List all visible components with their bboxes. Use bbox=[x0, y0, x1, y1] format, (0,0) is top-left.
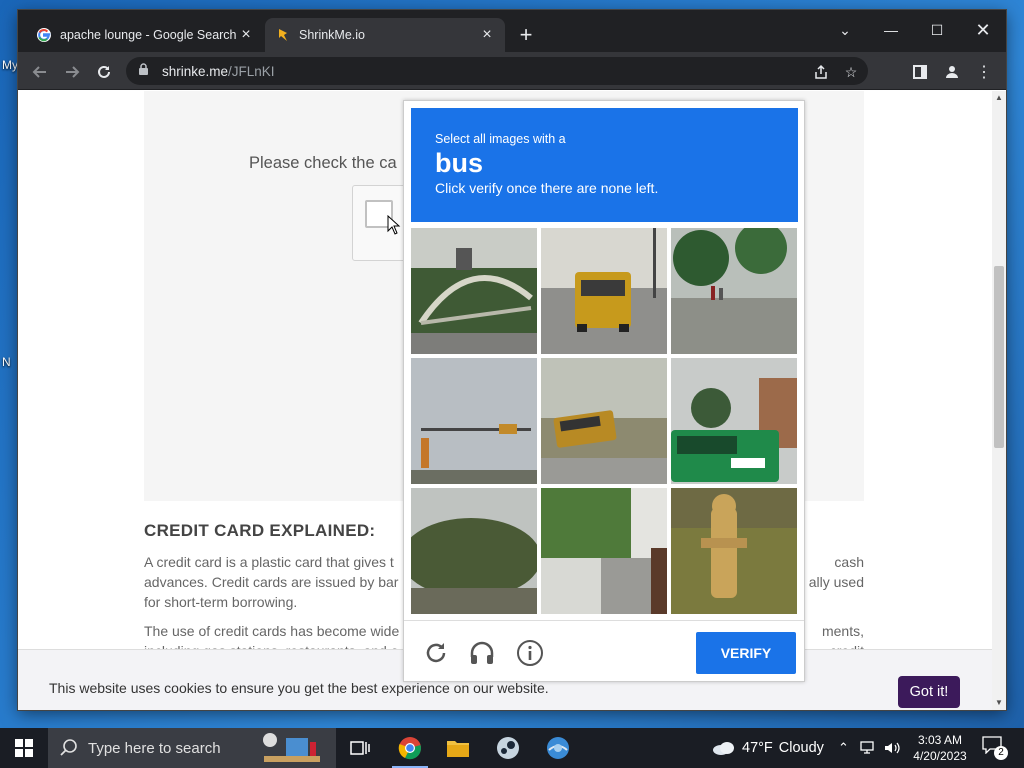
show-hidden-icons-chevron-icon[interactable]: ⌃ bbox=[838, 728, 849, 768]
captcha-tile-fire-hydrant[interactable] bbox=[671, 488, 797, 614]
reload-icon[interactable] bbox=[92, 60, 116, 84]
captcha-tile-school-bus-field[interactable] bbox=[541, 358, 667, 484]
para-text: cash bbox=[834, 554, 864, 570]
clock-date: 4/20/2023 bbox=[913, 749, 967, 763]
shrinkme-icon bbox=[275, 27, 291, 43]
profile-icon[interactable] bbox=[940, 60, 964, 84]
side-panel-icon[interactable] bbox=[908, 60, 932, 84]
back-arrow-icon[interactable] bbox=[28, 60, 52, 84]
captcha-tile-green-bus[interactable] bbox=[671, 358, 797, 484]
notification-badge: 2 bbox=[994, 746, 1008, 760]
close-tab-icon[interactable]: × bbox=[479, 27, 495, 43]
tab-google-search[interactable]: apache lounge - Google Search × bbox=[26, 18, 264, 52]
google-icon bbox=[36, 27, 52, 43]
section-heading: CREDIT CARD EXPLAINED: bbox=[144, 521, 376, 540]
notifications-icon[interactable]: 2 bbox=[982, 736, 1008, 760]
tab-search-icon[interactable]: ⌄ bbox=[822, 16, 868, 44]
captcha-tile-traffic-light[interactable] bbox=[411, 358, 537, 484]
taskbar: Type here to search 47°F Cloudy ⌃ 3:03 A… bbox=[0, 728, 1024, 768]
menu-kebab-icon[interactable]: ⋮ bbox=[972, 60, 996, 84]
chrome-taskbar-icon[interactable] bbox=[388, 732, 432, 768]
captcha-subtext: Click verify once there are none left. bbox=[435, 180, 659, 196]
mouse-cursor-icon bbox=[387, 215, 401, 235]
verify-button[interactable]: VERIFY bbox=[696, 632, 796, 674]
weather-temp: 47°F bbox=[742, 740, 773, 756]
captcha-instruction: Select all images with a bbox=[435, 132, 566, 146]
taskbar-search-input[interactable]: Type here to search bbox=[48, 728, 336, 768]
steam-icon[interactable] bbox=[486, 732, 530, 764]
cookie-text: This website uses cookies to ensure you … bbox=[49, 680, 549, 696]
para-text: A credit card is a plastic card that giv… bbox=[144, 554, 394, 570]
para-text: The use of credit cards has become wide bbox=[144, 623, 400, 639]
network-icon[interactable] bbox=[860, 728, 878, 768]
check-prompt: Please check the ca bbox=[249, 154, 397, 172]
page-scrollbar[interactable]: ▲ ▼ bbox=[992, 91, 1006, 710]
new-tab-button[interactable]: + bbox=[515, 24, 537, 46]
captcha-footer: VERIFY bbox=[404, 620, 804, 682]
weather-widget[interactable]: 47°F Cloudy bbox=[712, 728, 824, 768]
search-highlight-icon bbox=[256, 732, 326, 764]
captcha-target-object: bus bbox=[435, 148, 484, 178]
para-text: ments, bbox=[821, 623, 864, 639]
captcha-tile-bridge[interactable] bbox=[411, 228, 537, 354]
tab-title: apache lounge - Google Search bbox=[60, 28, 237, 42]
file-explorer-icon[interactable] bbox=[436, 732, 480, 764]
url-host: shrinke.me bbox=[162, 63, 229, 79]
address-bar[interactable]: shrinke.me/JFLnKI ☆ bbox=[126, 57, 868, 85]
windows-start-icon[interactable] bbox=[0, 728, 48, 768]
system-clock[interactable]: 3:03 AM 4/20/2023 bbox=[900, 732, 980, 764]
forward-arrow-icon[interactable] bbox=[60, 60, 84, 84]
captcha-tile-trees-people[interactable] bbox=[671, 228, 797, 354]
close-tab-icon[interactable]: × bbox=[238, 27, 254, 43]
share-icon[interactable] bbox=[812, 63, 830, 81]
scroll-up-icon[interactable]: ▲ bbox=[992, 91, 1006, 105]
minimize-button[interactable]: — bbox=[868, 16, 914, 44]
scroll-thumb[interactable] bbox=[994, 266, 1004, 448]
desktop-icon-label[interactable]: N bbox=[2, 355, 11, 369]
maximize-button[interactable]: ☐ bbox=[914, 16, 960, 44]
task-view-icon[interactable] bbox=[338, 732, 382, 764]
lock-icon[interactable] bbox=[138, 63, 152, 79]
para-text: for short-term borrowing. bbox=[144, 594, 298, 610]
info-icon[interactable] bbox=[516, 639, 544, 667]
tab-shrinkme[interactable]: ShrinkMe.io × bbox=[265, 18, 505, 52]
captcha-tile-houses-lawn[interactable] bbox=[541, 488, 667, 614]
weather-condition: Cloudy bbox=[778, 740, 824, 756]
bookmark-star-icon[interactable]: ☆ bbox=[842, 63, 860, 81]
tab-title: ShrinkMe.io bbox=[299, 28, 365, 42]
app-globe-icon[interactable] bbox=[536, 732, 580, 764]
scroll-down-icon[interactable]: ▼ bbox=[992, 696, 1006, 710]
captcha-header: Select all images with a bus Click verif… bbox=[411, 108, 798, 222]
close-window-button[interactable]: ✕ bbox=[960, 16, 1006, 44]
cloud-icon bbox=[713, 742, 734, 755]
search-icon bbox=[60, 739, 77, 756]
url-path: /JFLnKI bbox=[228, 63, 275, 79]
clock-time: 3:03 AM bbox=[917, 733, 963, 747]
para-text: ally used bbox=[808, 574, 864, 590]
tab-strip: apache lounge - Google Search × ShrinkMe… bbox=[18, 10, 1006, 52]
headphones-icon[interactable] bbox=[468, 639, 496, 667]
cookie-accept-button[interactable]: Got it! bbox=[898, 676, 960, 708]
desktop-icon-label[interactable]: My bbox=[2, 58, 18, 72]
browser-toolbar: shrinke.me/JFLnKI ☆ ⋮ bbox=[18, 52, 1006, 90]
captcha-image-grid bbox=[411, 228, 799, 616]
refresh-icon[interactable] bbox=[422, 639, 450, 667]
search-placeholder: Type here to search bbox=[88, 739, 221, 757]
captcha-challenge: Select all images with a bus Click verif… bbox=[403, 100, 805, 682]
para-text: advances. Credit cards are issued by bar bbox=[144, 574, 399, 590]
captcha-tile-school-bus-rear[interactable] bbox=[541, 228, 667, 354]
captcha-tile-shrubs[interactable] bbox=[411, 488, 537, 614]
